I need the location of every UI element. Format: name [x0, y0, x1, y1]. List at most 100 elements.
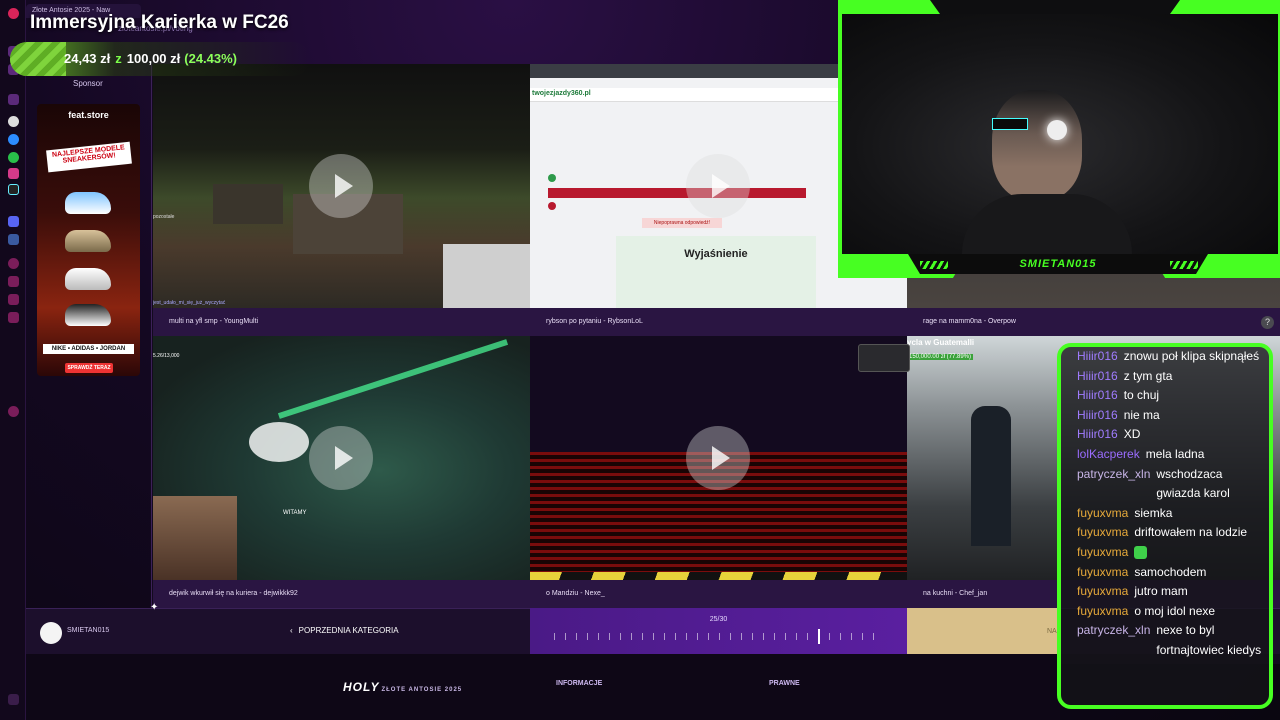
- tile-overlay-text: ycla w Guatemalli: [907, 338, 975, 347]
- chat-username[interactable]: patryczek_xln: [1077, 621, 1150, 660]
- browser-sidebar: [0, 0, 26, 720]
- sponsor-cta-button[interactable]: SPRAWDŹ TERAZ: [65, 363, 113, 373]
- chat-username[interactable]: patryczek_xln: [1077, 465, 1150, 504]
- chat-username[interactable]: fuyuxvma: [1077, 563, 1128, 583]
- progress-tick[interactable]: [686, 633, 687, 640]
- progress-tick[interactable]: [631, 633, 632, 640]
- chatgpt-icon[interactable]: [8, 116, 19, 127]
- help-icon[interactable]: ?: [1261, 316, 1274, 329]
- settings-icon[interactable]: [8, 406, 19, 417]
- progress-tick[interactable]: [664, 633, 665, 640]
- clip-caption: multi na yfl smp - YoungMulti: [153, 308, 530, 336]
- progress-tick[interactable]: [653, 633, 654, 640]
- opera-icon[interactable]: [8, 8, 19, 19]
- footer-legal-heading: PRAWNE: [769, 680, 800, 687]
- chat-text: [1134, 543, 1148, 563]
- tiktok-icon[interactable]: [8, 184, 19, 195]
- chat-message: fuyuxvma siemka: [1077, 504, 1267, 524]
- progress-tick[interactable]: [609, 633, 610, 640]
- progress-tick[interactable]: [554, 633, 555, 640]
- chat-username[interactable]: Hiiir016: [1077, 386, 1118, 406]
- chat-username[interactable]: Hiiir016: [1077, 425, 1118, 445]
- previous-category-button[interactable]: ‹ POPRZEDNIA KATEGORIA: [290, 626, 399, 635]
- more-icon[interactable]: [8, 694, 19, 705]
- calendar-icon[interactable]: [8, 234, 19, 245]
- avatar[interactable]: [40, 622, 62, 644]
- progress-tick[interactable]: [862, 633, 863, 640]
- extensions-icon[interactable]: [8, 294, 19, 305]
- progress-tick-current[interactable]: [818, 629, 820, 644]
- progress-tick[interactable]: [873, 633, 874, 640]
- progress-tick[interactable]: [840, 633, 841, 640]
- progress-tick[interactable]: [708, 633, 709, 640]
- progress-tick[interactable]: [730, 633, 731, 640]
- pinboard-icon[interactable]: [8, 312, 19, 323]
- progress-tick[interactable]: [741, 633, 742, 640]
- chat-username[interactable]: fuyuxvma: [1077, 523, 1128, 543]
- progress-tick[interactable]: [785, 633, 786, 640]
- sneaker-icon: [65, 304, 111, 326]
- messenger-icon[interactable]: [8, 134, 19, 145]
- chat-username[interactable]: Hiiir016: [1077, 367, 1118, 387]
- next-category-label: NA: [1047, 628, 1057, 635]
- sponsor-ad[interactable]: feat.store NAJLEPSZE MODELE SNEAKERSÓW! …: [37, 104, 140, 376]
- clip-caption: dejwik wkurwił się na kuriera - dejwikkk…: [153, 580, 530, 608]
- progress-tick[interactable]: [587, 633, 588, 640]
- progress-tick[interactable]: [576, 633, 577, 640]
- chat-username[interactable]: fuyuxvma: [1077, 602, 1128, 622]
- chat-text: siemka: [1134, 505, 1173, 520]
- tile-overlay-text: WITAMY: [283, 510, 307, 516]
- progress-tick[interactable]: [598, 633, 599, 640]
- progress-tick[interactable]: [829, 633, 830, 640]
- clip-tile-1[interactable]: pozostałe jest_udało_mi_się_już_wyczytać…: [153, 64, 530, 336]
- progress-tick[interactable]: [763, 633, 764, 640]
- chat-message: patryczek_xln nexe to byl fortnajtowiec k…: [1077, 621, 1267, 660]
- clip-tile-5[interactable]: o Mandziu - Nexe_: [530, 336, 907, 608]
- history-icon[interactable]: [8, 258, 19, 269]
- progress-tick[interactable]: [675, 633, 676, 640]
- block-structure: [213, 184, 283, 224]
- discord-icon[interactable]: [8, 216, 19, 227]
- downloads-icon[interactable]: [8, 276, 19, 287]
- chat-text: jutro mam: [1134, 584, 1188, 599]
- bookmark-icon[interactable]: [8, 94, 19, 105]
- next-category-button[interactable]: NA: [907, 608, 1060, 654]
- play-icon[interactable]: [309, 154, 373, 218]
- chat-username[interactable]: Hiiir016: [1077, 406, 1118, 426]
- chat-text: XD: [1123, 427, 1141, 442]
- instagram-icon[interactable]: [8, 168, 19, 179]
- play-icon[interactable]: [686, 426, 750, 490]
- webcam-notch: [930, 0, 1180, 14]
- chat-message: fuyuxvma samochodem: [1077, 563, 1267, 583]
- progress-tick[interactable]: [807, 633, 808, 640]
- progress-tick[interactable]: [851, 633, 852, 640]
- progress-tick[interactable]: [697, 633, 698, 640]
- chat-username[interactable]: fuyuxvma: [1077, 582, 1128, 602]
- stream-title: Immersyjna Karierka w FC26: [30, 12, 289, 33]
- chat-popout-icons[interactable]: [858, 344, 910, 372]
- whatsapp-icon[interactable]: [8, 152, 19, 163]
- chat-panel: Hiiir016 znowu poł klipa skipnąłeś Hiiir01…: [1057, 343, 1273, 709]
- progress-tick[interactable]: [796, 633, 797, 640]
- progress-tick[interactable]: [620, 633, 621, 640]
- play-icon[interactable]: [309, 426, 373, 490]
- play-icon[interactable]: [686, 154, 750, 218]
- progress-tick[interactable]: [719, 633, 720, 640]
- chat-username[interactable]: fuyuxvma: [1077, 504, 1128, 524]
- chat-username[interactable]: fuyuxvma: [1077, 543, 1128, 563]
- progress-tick[interactable]: [774, 633, 775, 640]
- sparkle-icon: ✦: [150, 602, 159, 613]
- clip-tile-4[interactable]: WITAMY 5.26/13,000 dejwik wkurwił się na…: [153, 336, 530, 608]
- chat-message: patryczek_xln wschodzaca gwiazda karol: [1077, 465, 1267, 504]
- username-label: SMIETAN015: [67, 627, 110, 634]
- progress-tick[interactable]: [565, 633, 566, 640]
- chat-username[interactable]: Hiiir016: [1077, 347, 1118, 367]
- footer-logo[interactable]: HOLY ZŁOTE ANTOSIE 2025: [343, 680, 462, 694]
- clip-progress[interactable]: 25/30: [530, 608, 907, 654]
- progress-tick[interactable]: [752, 633, 753, 640]
- sponsor-brands: NIKE • ADIDAS • JORDAN: [43, 344, 134, 354]
- chat-message: Hiiir016 XD: [1077, 425, 1267, 445]
- hazard-stripe: [530, 572, 907, 580]
- progress-tick[interactable]: [642, 633, 643, 640]
- chat-username[interactable]: lolKacperek: [1077, 445, 1140, 465]
